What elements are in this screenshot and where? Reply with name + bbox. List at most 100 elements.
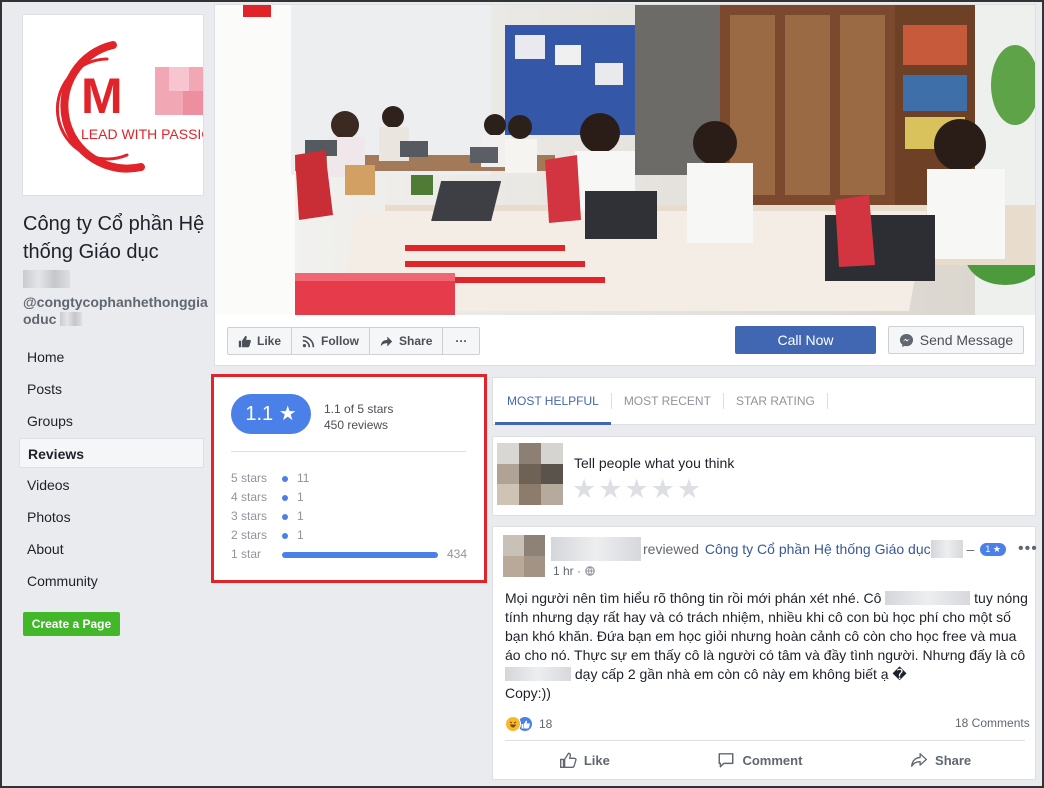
reviewer-name-redacted[interactable] [551,537,641,561]
star-icon-4[interactable]: ★ [651,475,675,503]
nav-item-home[interactable]: Home [19,342,204,372]
like-page-button[interactable]: Like [227,327,293,355]
nav-item-posts[interactable]: Posts [19,374,204,404]
distribution-bar [282,533,288,539]
redacted-handle-suffix [60,312,83,326]
post-comment-label: Comment [742,752,803,768]
distribution-count: 1 [297,528,304,542]
distribution-row-5[interactable]: 5 stars 11 [231,469,471,488]
like-label: Like [257,334,282,348]
distribution-count: 11 [297,471,310,485]
review-composer: Tell people what you think ★ ★ ★ ★ ★ [492,436,1036,516]
tab-most-recent[interactable]: MOST RECENT [612,378,723,424]
haha-reaction-icon [505,716,521,732]
distribution-count: 434 [447,547,468,561]
post-share-button[interactable]: Share [902,747,979,773]
star-icon-5[interactable]: ★ [677,475,701,503]
page-profile-picture[interactable]: M LEAD WITH PASSIO [22,14,204,196]
review-line: dạy cấp 2 gần nhà em còn cô này em không… [574,666,907,682]
star-rating-input: ★ ★ ★ ★ ★ [572,475,701,503]
tab-separator [826,393,828,409]
cover-photo[interactable] [215,5,1035,315]
tab-star-rating[interactable]: STAR RATING [724,378,827,424]
rating-summary: 1.1 ★ 1.1 of 5 stars 450 reviews 5 stars… [211,374,487,583]
review-dash: – [966,541,975,557]
page-action-bar: Like Follow Share ··· [227,327,481,355]
distribution-row-3[interactable]: 3 stars 1 [231,507,471,526]
share-page-button[interactable]: Share [369,327,444,355]
send-message-label: Send Message [919,332,1014,348]
review-sort-tabs: MOST HELPFUL MOST RECENT STAR RATING [492,377,1036,425]
post-options-button[interactable]: ••• [1018,540,1038,558]
globe-icon [585,566,595,576]
redacted-name-suffix [23,270,70,288]
distribution-bar [282,476,288,482]
nav-item-videos[interactable]: Videos [19,470,204,500]
review-text: Mọi người nên tìm hiểu rõ thông tin rồi … [505,589,1035,703]
messenger-icon [899,333,913,347]
nav-item-community[interactable]: Community [19,566,204,596]
more-dots-icon: ··· [455,334,468,348]
distribution-row-2[interactable]: 2 stars 1 [231,526,471,545]
review-line: tính nhưng dạy rất hay và có trách nhiệm… [505,609,1011,625]
review-line: Mọi người nên tìm hiểu rõ thông tin rồi … [505,590,882,606]
logo-letter: M [81,68,123,124]
star-icon-2[interactable]: ★ [598,475,622,503]
review-timestamp[interactable]: 1 hr · [553,564,595,578]
post-like-button[interactable]: Like [551,747,618,773]
star-icon-3[interactable]: ★ [624,475,648,503]
thumbs-up-icon [559,752,577,768]
post-comment-button[interactable]: Comment [709,747,810,773]
divider [505,740,1025,741]
rss-icon [302,335,315,347]
post-like-label: Like [583,752,610,768]
distribution-count: 1 [297,490,304,504]
distribution-label: 4 stars [231,490,268,504]
follow-button[interactable]: Follow [291,327,371,355]
rating-of-five: 1.1 of 5 stars [324,402,394,416]
logo-tagline: LEAD WITH PASSIO [81,126,204,142]
page-handle[interactable]: @congtycophanhethonggiaoduc [23,294,208,328]
more-options-button[interactable]: ··· [442,327,481,355]
page-title[interactable]: Công ty Cổ phần Hệ thống Giáo dục [23,210,208,288]
redacted-name [505,667,571,681]
star-icon-1[interactable]: ★ [572,475,596,503]
reviewer-avatar[interactable] [503,535,545,577]
write-review-prompt[interactable]: Tell people what you think [574,455,734,471]
review-line: Copy:)) [505,685,551,701]
nav-item-reviews[interactable]: Reviews [19,438,204,468]
nav-item-groups[interactable]: Groups [19,406,204,436]
reviews-count: 450 reviews [324,418,389,432]
distribution-row-1[interactable]: 1 star 434 [231,545,471,564]
follow-label: Follow [321,334,360,348]
nav-item-about[interactable]: About [19,534,204,564]
distribution-label: 3 stars [231,509,268,523]
page-handle-text: @congtycophanhethonggiaoduc [23,294,208,327]
brand-logo: M LEAD WITH PASSIO [23,15,204,195]
distribution-count: 1 [297,509,304,523]
reaction-count: 18 [539,717,553,731]
create-page-button[interactable]: Create a Page [23,612,120,636]
share-arrow-icon [380,336,393,346]
comments-count-link[interactable]: 18 Comments [955,716,1030,730]
cover-card: Like Follow Share ··· Call Now Send Mess… [214,4,1036,366]
distribution-row-4[interactable]: 4 stars 1 [231,488,471,507]
nav-item-photos[interactable]: Photos [19,502,204,532]
post-share-label: Share [935,752,972,768]
share-label: Share [399,334,433,348]
redacted-name [885,591,971,605]
review-star-badge: 1 ★ [980,542,1006,556]
reaction-summary[interactable]: 18 [505,716,552,732]
review-post: reviewed Công ty Cổ phần Hệ thống Giáo d… [492,526,1038,780]
tab-most-helpful[interactable]: MOST HELPFUL [495,378,611,425]
distribution-bar [282,495,288,501]
review-line: bạn khó khăn. Đứa bạn em học giỏi nhưng … [505,628,1017,644]
send-message-button[interactable]: Send Message [888,326,1024,354]
distribution-label: 1 star [231,547,262,561]
current-user-avatar [497,443,563,505]
call-now-button[interactable]: Call Now [735,326,876,354]
reviewed-page-link[interactable]: Công ty Cổ phần Hệ thống Giáo dục [705,541,931,557]
thumbs-up-icon [238,335,251,347]
post-action-bar: Like Comment Share [505,747,1025,773]
review-line: áo cho nó. Thực sự em thấy cô là người c… [505,647,1026,663]
